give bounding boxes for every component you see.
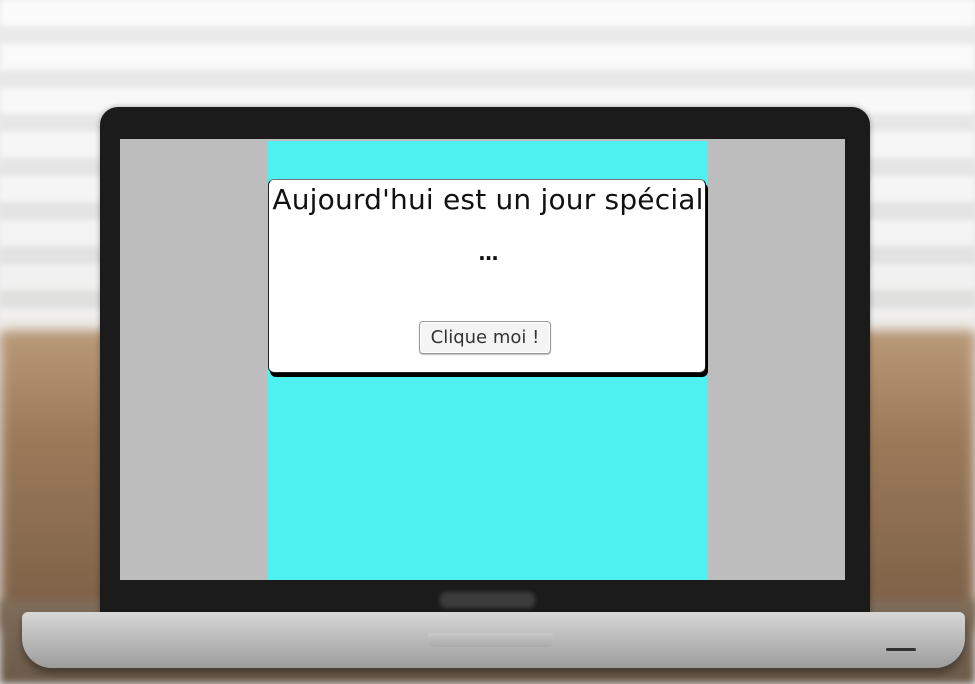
laptop-brand-mark [440, 592, 535, 608]
click-me-button[interactable]: Clique moi ! [419, 321, 551, 354]
app-viewport: Aujourd'hui est un jour spécial ... Cliq… [268, 141, 708, 580]
laptop-lid-notch [428, 633, 553, 647]
page-title: Aujourd'hui est un jour spécial [272, 183, 704, 216]
ellipsis-text: ... [478, 241, 499, 265]
sleep-indicator-light [886, 648, 916, 651]
